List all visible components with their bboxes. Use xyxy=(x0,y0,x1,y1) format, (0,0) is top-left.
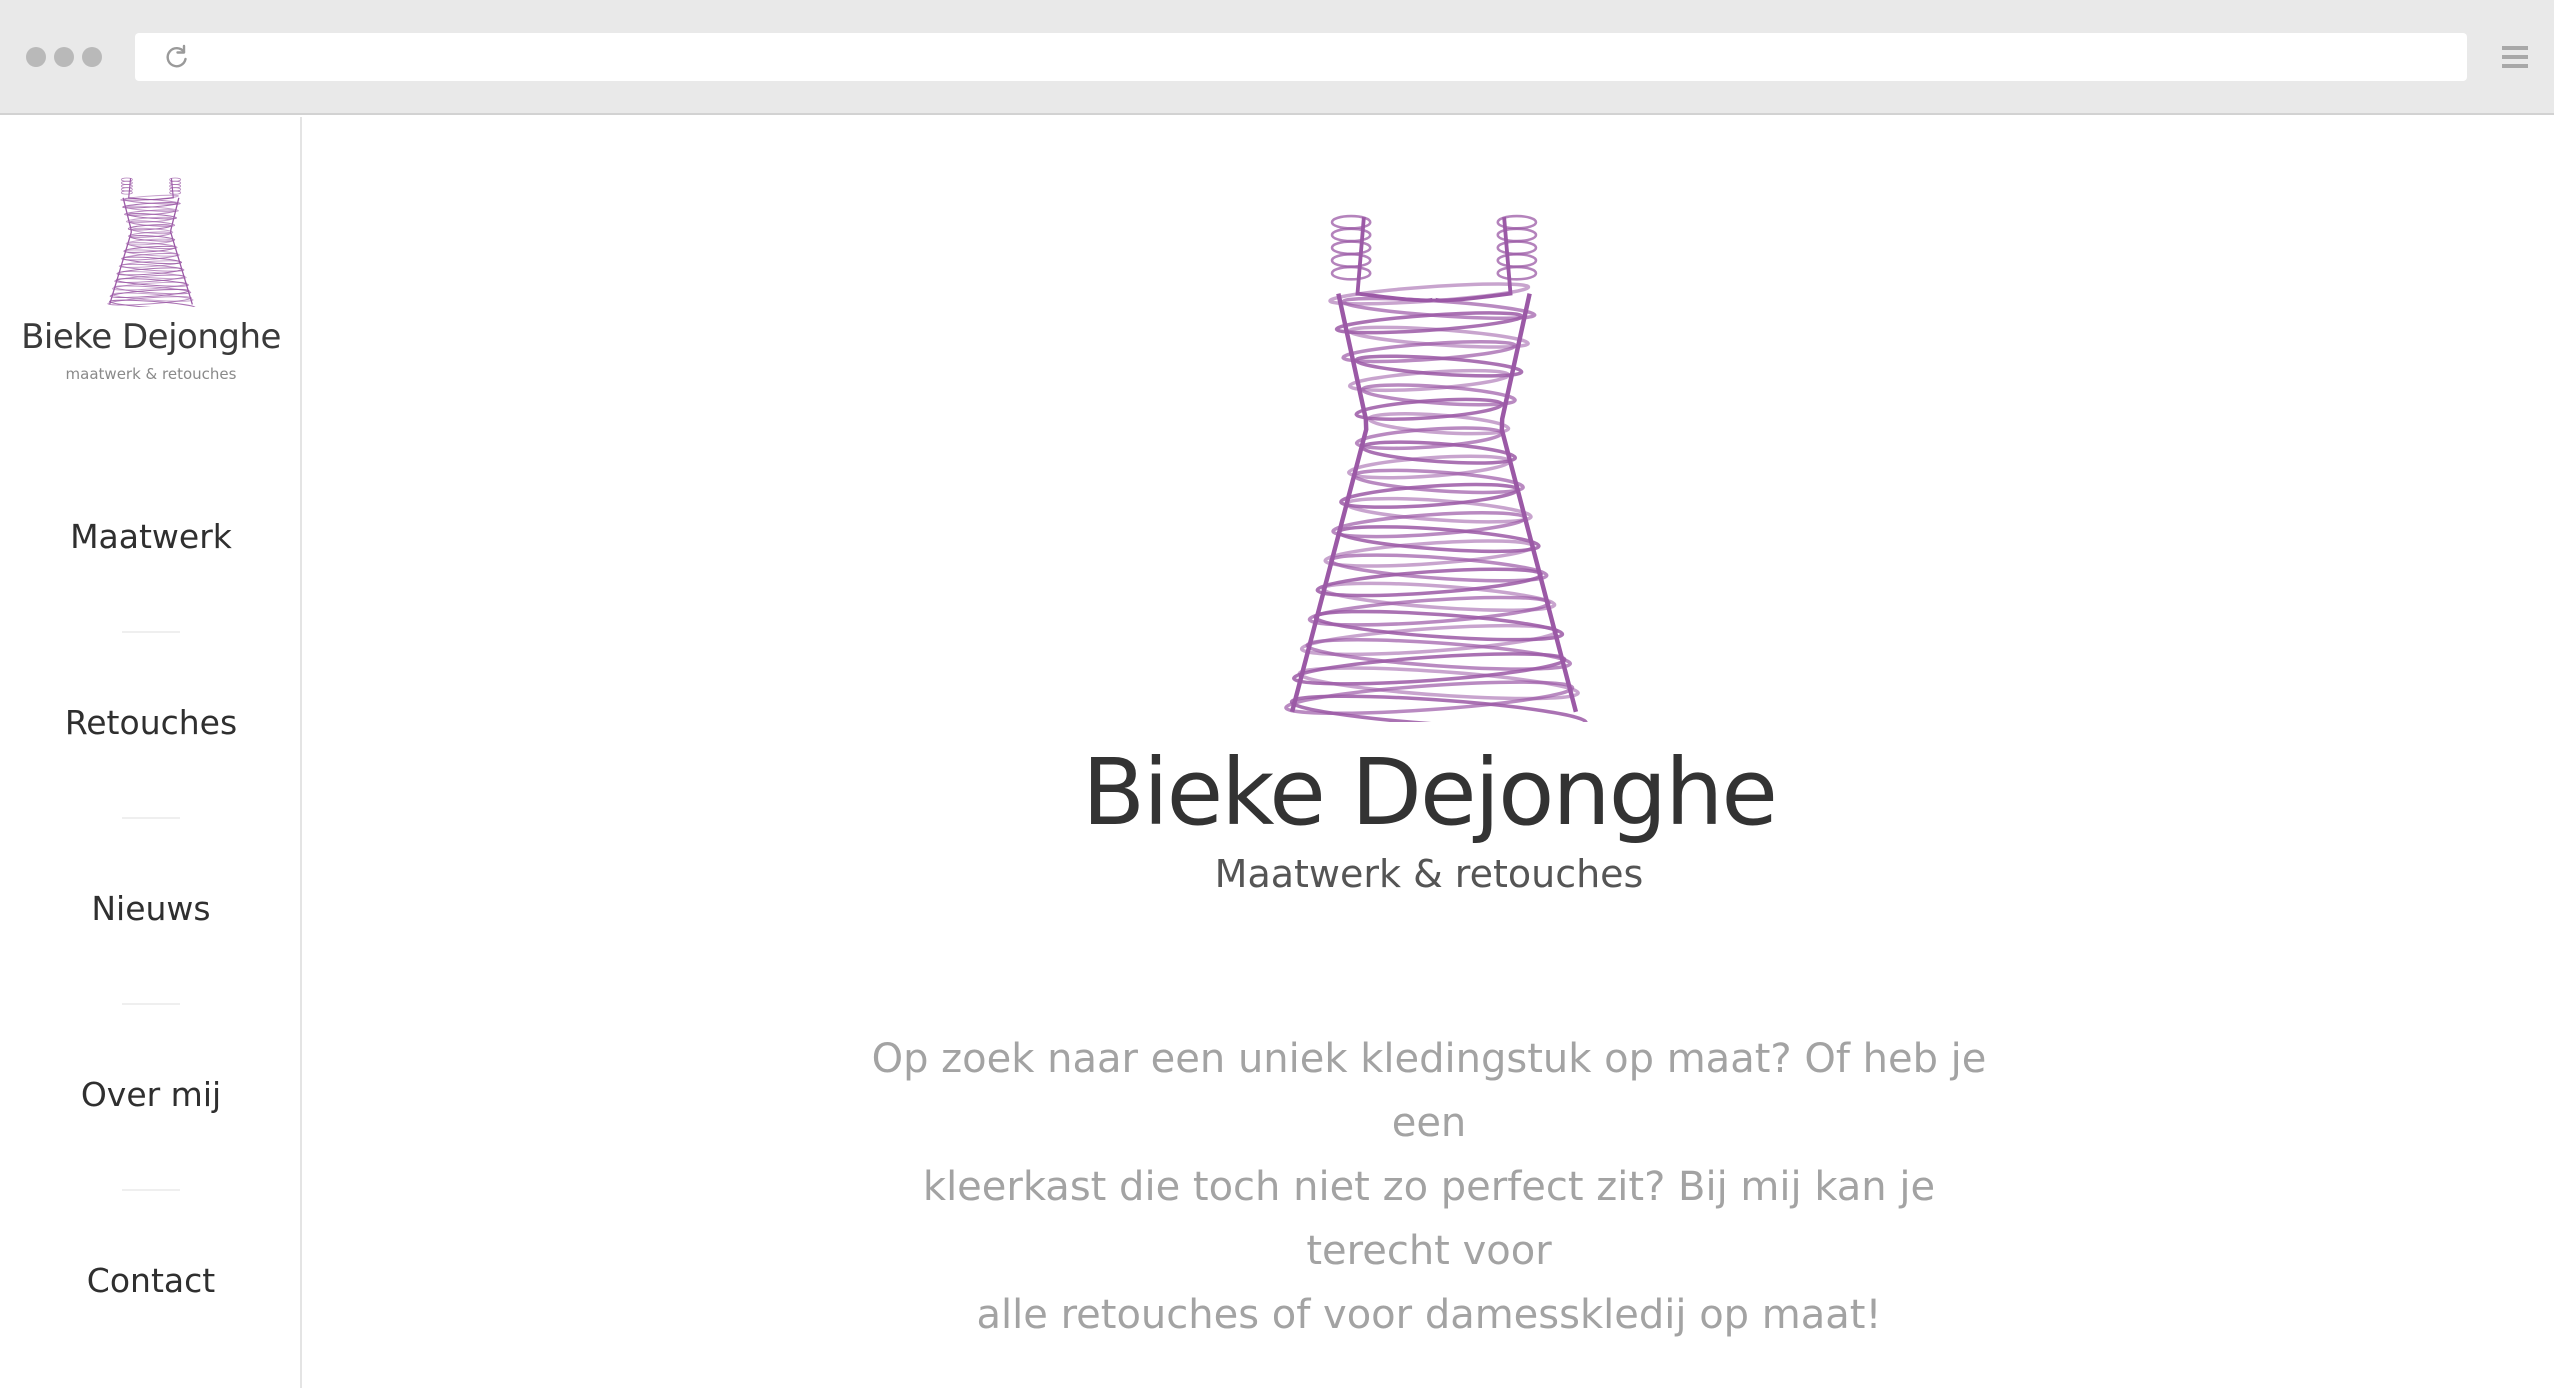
hero-tagline: Maatwerk & retouches xyxy=(1214,852,1644,896)
window-control-dot[interactable] xyxy=(26,47,46,67)
intro-text: Op zoek naar een uniek kledingstuk op ma… xyxy=(864,1027,1994,1347)
hero-title: Bieke Dejonghe xyxy=(1081,739,1778,846)
main-content: Bieke Dejonghe Maatwerk & retouches Op z… xyxy=(304,117,2554,1388)
nav-separator xyxy=(122,1189,180,1191)
nav-item-nieuws[interactable]: Nieuws xyxy=(0,889,302,928)
dress-icon xyxy=(1284,214,1588,722)
reload-icon[interactable] xyxy=(163,43,191,71)
intro-line: alle retouches of voor damesskledij op m… xyxy=(976,1292,1882,1338)
nav-item-over-mij[interactable]: Over mij xyxy=(0,1075,302,1114)
intro-line: kleerkast die toch niet zo perfect zit? … xyxy=(922,1164,1936,1274)
sidebar: Bieke Dejonghe maatwerk & retouches Maat… xyxy=(0,117,302,1388)
sidebar-brand-name[interactable]: Bieke Dejonghe xyxy=(0,317,302,357)
address-bar[interactable] xyxy=(135,33,2467,81)
dress-icon[interactable] xyxy=(103,177,199,307)
window-controls xyxy=(26,47,102,67)
nav-item-maatwerk[interactable]: Maatwerk xyxy=(0,517,302,556)
sidebar-brand-tagline: maatwerk & retouches xyxy=(65,365,237,383)
hamburger-menu-icon[interactable] xyxy=(2500,42,2530,72)
window-control-dot[interactable] xyxy=(82,47,102,67)
browser-chrome xyxy=(0,0,2554,115)
window-control-dot[interactable] xyxy=(54,47,74,67)
nav-item-contact[interactable]: Contact xyxy=(0,1261,302,1300)
nav-separator xyxy=(122,1003,180,1005)
intro-line: Op zoek naar een uniek kledingstuk op ma… xyxy=(871,1036,1987,1146)
nav-separator xyxy=(122,631,180,633)
nav-separator xyxy=(122,817,180,819)
nav-item-retouches[interactable]: Retouches xyxy=(0,703,302,742)
